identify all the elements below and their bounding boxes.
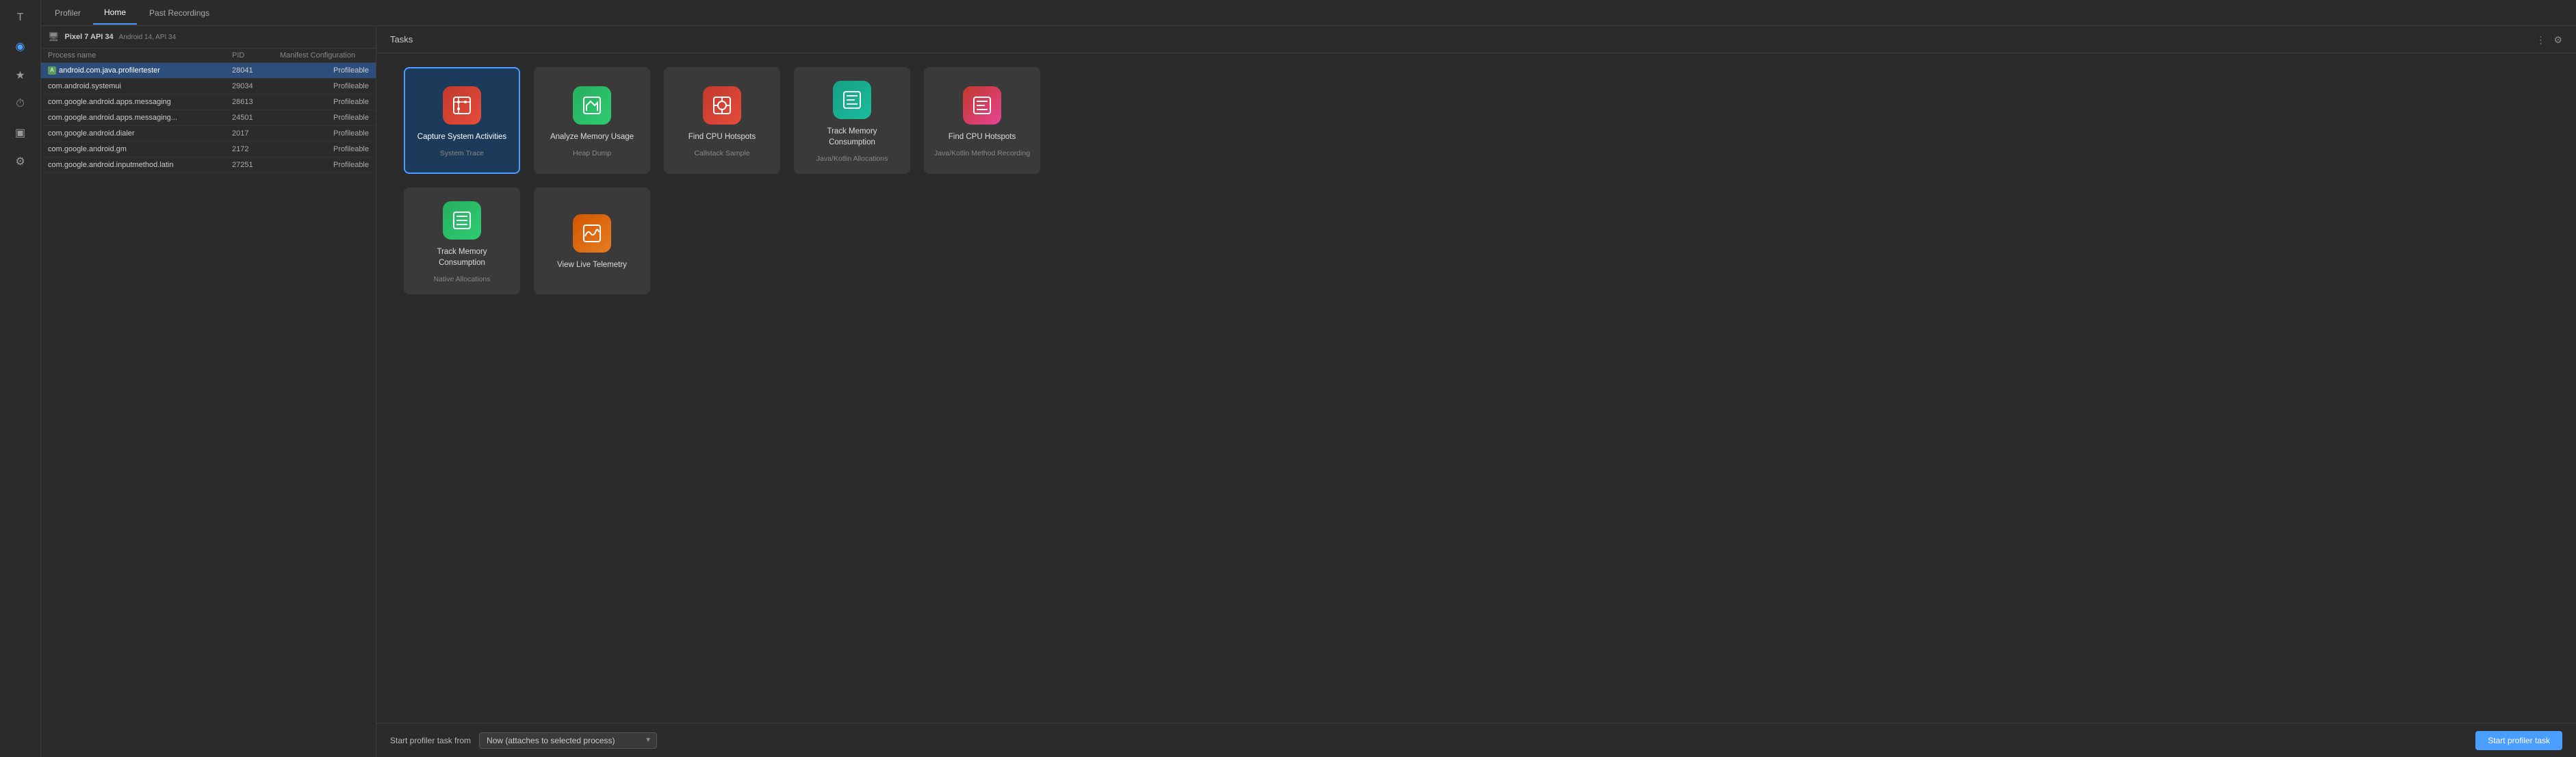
start-label: Start profiler task from xyxy=(390,736,471,745)
task-icon-heap-dump xyxy=(573,86,611,125)
process-row[interactable]: com.google.android.inputmethod.latin2725… xyxy=(41,157,376,173)
process-name: com.google.android.gm xyxy=(48,145,232,153)
device-header: 🖥 Pixel 7 API 34 Android 14, API 34 xyxy=(41,26,376,49)
more-options-icon[interactable]: ⋮ xyxy=(2533,33,2548,47)
tab-past-recordings[interactable]: Past Recordings xyxy=(138,1,220,25)
tasks-row-1: Capture System Activities System Trace An… xyxy=(404,67,2549,174)
process-panel: 🖥 Pixel 7 API 34 Android 14, API 34 Proc… xyxy=(41,26,376,757)
device-icon: 🖥 xyxy=(48,31,60,42)
process-pid: 2172 xyxy=(232,145,280,153)
process-pid: 27251 xyxy=(232,161,280,169)
process-row[interactable]: com.google.android.apps.messaging28613Pr… xyxy=(41,94,376,110)
split-pane: 🖥 Pixel 7 API 34 Android 14, API 34 Proc… xyxy=(41,26,2576,757)
task-title-system-trace: Capture System Activities xyxy=(417,131,506,142)
task-title-java-kotlin-method: Find CPU Hotspots xyxy=(949,131,1016,142)
tasks-grid: Capture System Activities System Trace An… xyxy=(376,53,2576,723)
dropdown-wrapper: Now (attaches to selected process)Proces… xyxy=(479,732,657,749)
process-row[interactable]: com.google.android.apps.messaging...2450… xyxy=(41,110,376,126)
process-row[interactable]: Aandroid.com.java.profilertester28041Pro… xyxy=(41,63,376,79)
text-tool-icon[interactable]: T xyxy=(8,5,33,30)
process-pid: 24501 xyxy=(232,114,280,122)
task-card-system-trace[interactable]: Capture System Activities System Trace xyxy=(404,67,520,174)
col-pid: PID xyxy=(232,51,280,60)
task-card-native-alloc[interactable]: Track Memory Consumption Native Allocatio… xyxy=(404,188,520,294)
app-wrapper: ProfilerHomePast Recordings ⋮ ⚙ 🖥 Pixel … xyxy=(41,0,2576,757)
task-subtitle-heap-dump: Heap Dump xyxy=(573,149,611,157)
task-title-java-kotlin-alloc: Track Memory Consumption xyxy=(803,126,901,148)
task-icon-live-telemetry xyxy=(573,214,611,253)
process-manifest: Profileable xyxy=(280,161,369,169)
process-name: com.google.android.apps.messaging... xyxy=(48,114,232,122)
task-subtitle-java-kotlin-alloc: Java/Kotlin Allocations xyxy=(816,155,888,163)
process-manifest: Profileable xyxy=(280,82,369,90)
process-name: com.android.systemui xyxy=(48,82,232,90)
settings-icon-top[interactable]: ⚙ xyxy=(2551,33,2565,47)
process-manifest: Profileable xyxy=(280,129,369,138)
process-manifest: Profileable xyxy=(280,145,369,153)
android-icon: A xyxy=(48,66,56,75)
monitor-icon[interactable]: ▣ xyxy=(8,120,33,145)
process-pid: 29034 xyxy=(232,82,280,90)
task-icon-java-kotlin-method xyxy=(963,86,1001,125)
sidebar: T ◉ ★ ⏱ ▣ ⚙ xyxy=(0,0,41,757)
task-icon-callstack-sample xyxy=(703,86,741,125)
star-icon[interactable]: ★ xyxy=(8,63,33,88)
process-name: com.google.android.inputmethod.latin xyxy=(48,161,232,169)
task-icon-native-alloc xyxy=(443,201,481,240)
process-table: Aandroid.com.java.profilertester28041Pro… xyxy=(41,63,376,757)
task-card-live-telemetry[interactable]: View Live Telemetry xyxy=(534,188,650,294)
col-process-name: Process name xyxy=(48,51,232,60)
task-card-java-kotlin-method[interactable]: Find CPU Hotspots Java/Kotlin Method Reco… xyxy=(924,67,1040,174)
process-name: Aandroid.com.java.profilertester xyxy=(48,66,232,75)
task-title-native-alloc: Track Memory Consumption xyxy=(413,246,511,268)
settings-icon[interactable]: ⚙ xyxy=(8,149,33,174)
process-pid: 2017 xyxy=(232,129,280,138)
tab-home[interactable]: Home xyxy=(93,1,137,25)
task-card-heap-dump[interactable]: Analyze Memory Usage Heap Dump xyxy=(534,67,650,174)
task-title-callstack-sample: Find CPU Hotspots xyxy=(688,131,756,142)
process-name: com.google.android.apps.messaging xyxy=(48,98,232,106)
task-card-java-kotlin-alloc[interactable]: Track Memory Consumption Java/Kotlin Allo… xyxy=(794,67,910,174)
process-row[interactable]: com.google.android.dialer2017Profileable xyxy=(41,126,376,142)
process-manifest: Profileable xyxy=(280,114,369,122)
task-icon-java-kotlin-alloc xyxy=(833,81,871,119)
process-manifest: Profileable xyxy=(280,98,369,106)
tasks-panel: Tasks Capture System Activities System Tr… xyxy=(376,26,2576,757)
task-title-live-telemetry: View Live Telemetry xyxy=(557,259,627,270)
process-name: com.google.android.dialer xyxy=(48,129,232,138)
profile-icon[interactable]: ◉ xyxy=(8,34,33,59)
bottom-bar: Start profiler task from Now (attaches t… xyxy=(376,723,2576,757)
start-profiler-button[interactable]: Start profiler task xyxy=(2475,731,2562,750)
task-subtitle-callstack-sample: Callstack Sample xyxy=(694,149,749,157)
tab-profiler[interactable]: Profiler xyxy=(44,1,92,25)
tasks-row-2: Track Memory Consumption Native Allocatio… xyxy=(404,188,2549,294)
device-api: Android 14, API 34 xyxy=(119,34,176,41)
task-subtitle-native-alloc: Native Allocations xyxy=(434,275,491,283)
process-manifest: Profileable xyxy=(280,66,369,75)
task-card-callstack-sample[interactable]: Find CPU Hotspots Callstack Sample xyxy=(664,67,780,174)
profiler-task-dropdown[interactable]: Now (attaches to selected process)Proces… xyxy=(479,732,657,749)
clock-icon[interactable]: ⏱ xyxy=(8,92,33,116)
tasks-header: Tasks xyxy=(376,26,2576,53)
task-subtitle-system-trace: System Trace xyxy=(440,149,484,157)
task-icon-system-trace xyxy=(443,86,481,125)
process-pid: 28613 xyxy=(232,98,280,106)
tabs-bar: ProfilerHomePast Recordings xyxy=(41,0,2576,26)
task-title-heap-dump: Analyze Memory Usage xyxy=(550,131,634,142)
process-table-header: Process name PID Manifest Configuration xyxy=(41,49,376,63)
tasks-title: Tasks xyxy=(390,34,413,44)
process-pid: 28041 xyxy=(232,66,280,75)
process-row[interactable]: com.android.systemui29034Profileable xyxy=(41,79,376,94)
col-manifest: Manifest Configuration xyxy=(280,51,369,60)
top-right-buttons: ⋮ ⚙ xyxy=(2533,33,2565,47)
device-name: Pixel 7 API 34 xyxy=(65,33,114,41)
process-row[interactable]: com.google.android.gm2172Profileable xyxy=(41,142,376,157)
task-subtitle-java-kotlin-method: Java/Kotlin Method Recording xyxy=(934,149,1030,157)
